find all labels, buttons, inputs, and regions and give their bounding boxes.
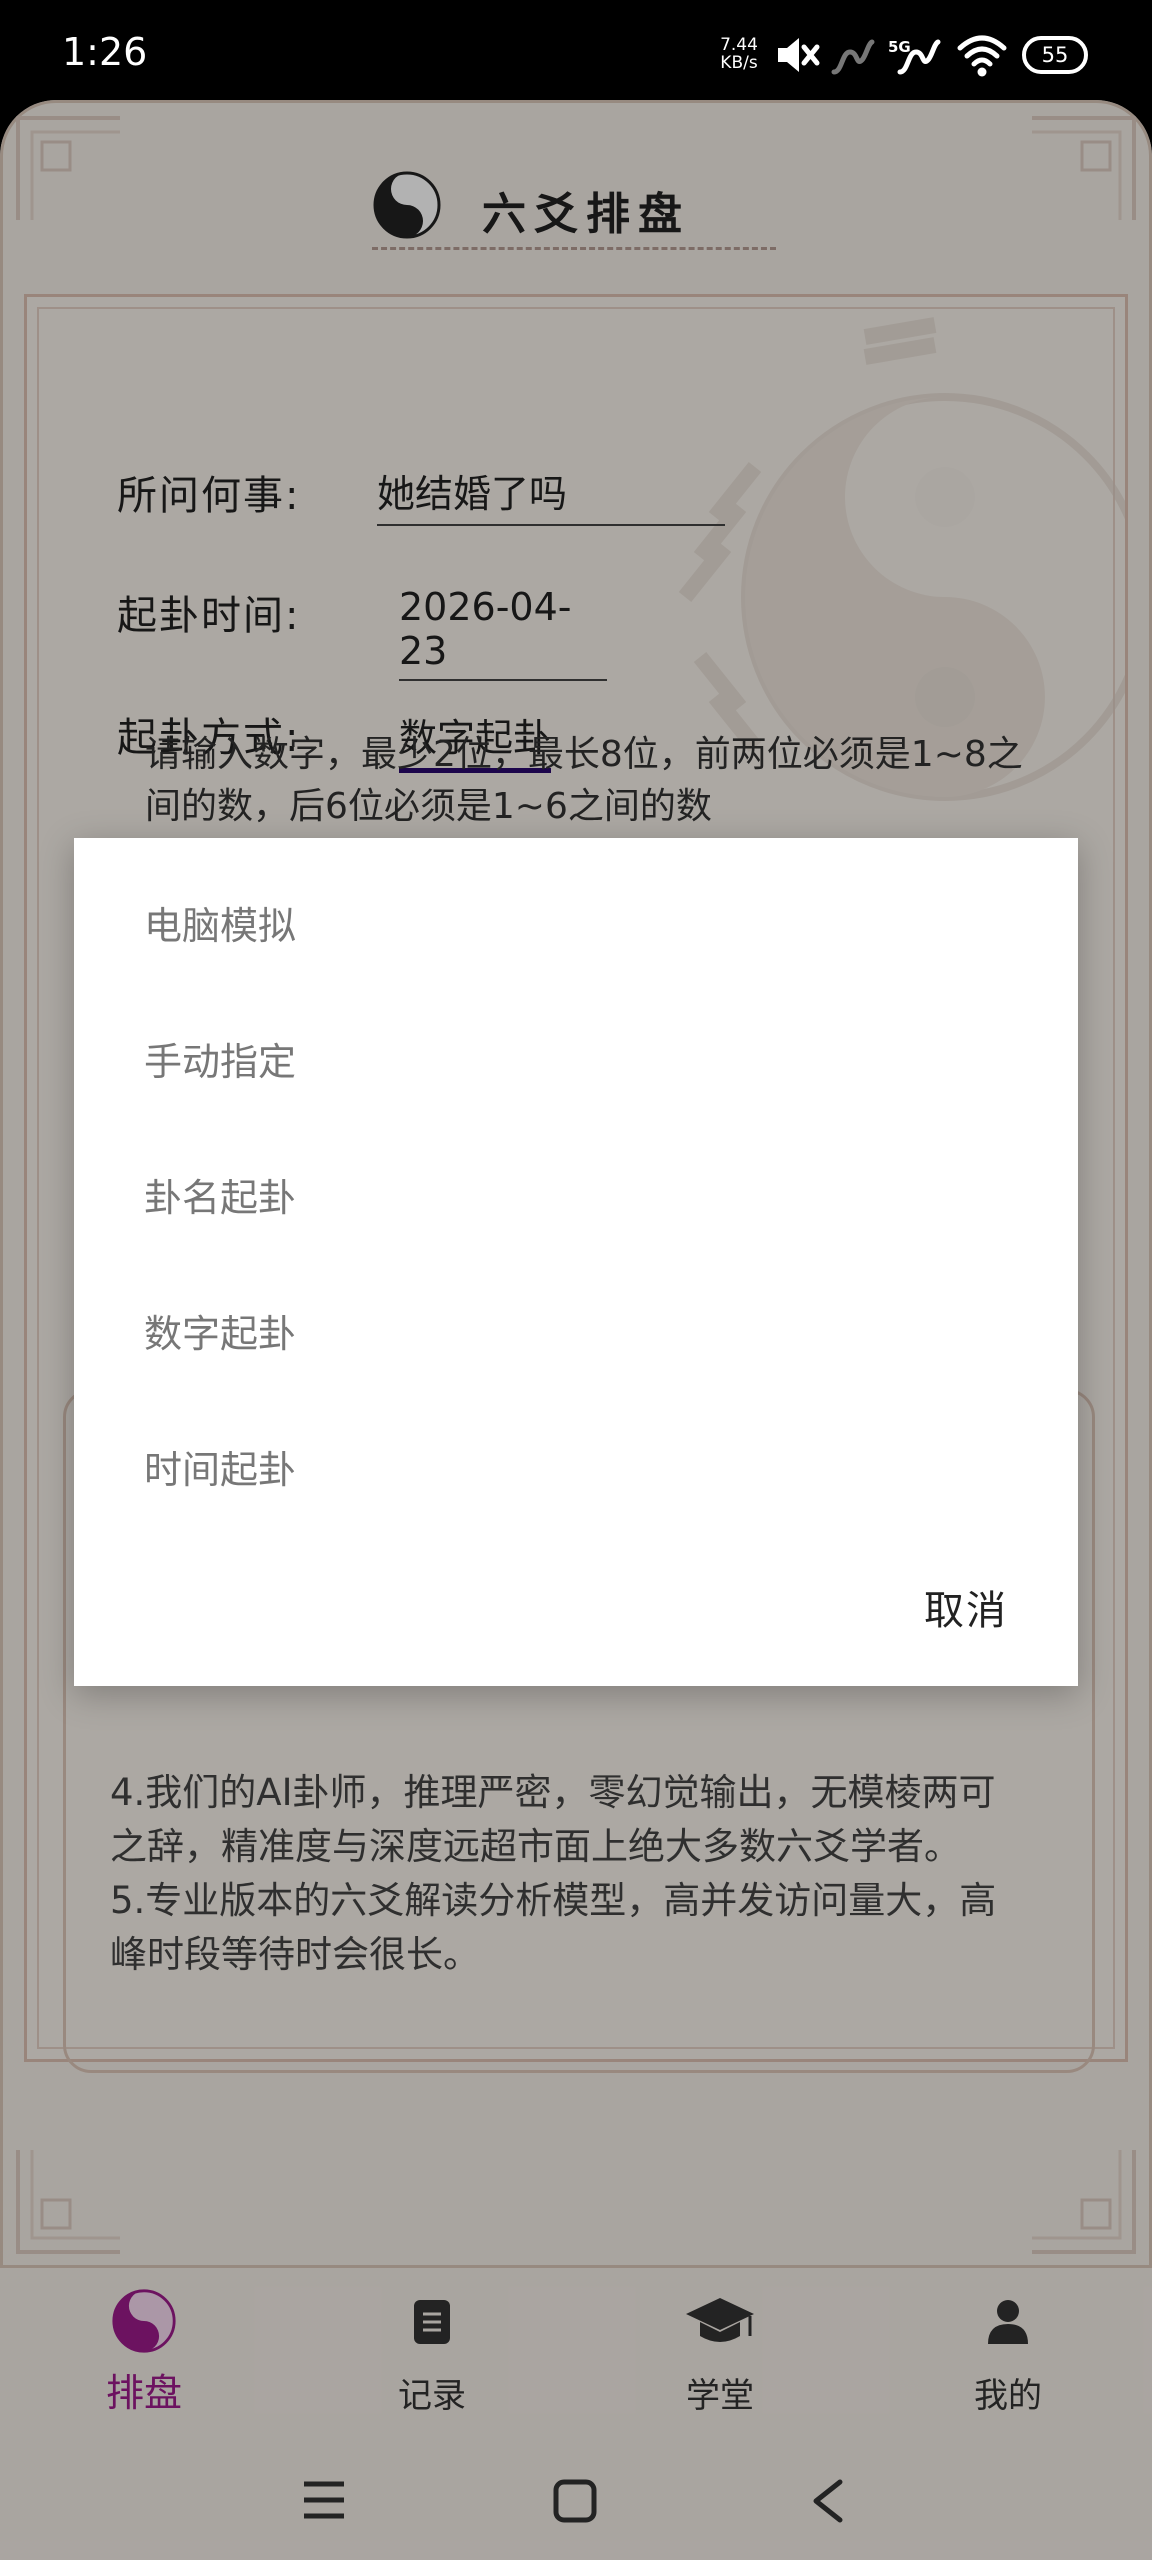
cast-method-dialog: 电脑模拟 手动指定 卦名起卦 数字起卦 时间起卦 取消 xyxy=(74,838,1078,1686)
network-speed-value: 7.44 xyxy=(720,35,758,55)
wifi-icon xyxy=(957,35,1007,77)
signal-icon xyxy=(831,39,875,75)
battery-icon: 55 xyxy=(1022,36,1088,74)
option-manual-assign[interactable]: 手动指定 xyxy=(74,994,1078,1130)
network-speed-unit: KB/s xyxy=(720,53,758,73)
cancel-button[interactable]: 取消 xyxy=(924,1578,1008,1636)
option-time-cast[interactable]: 时间起卦 xyxy=(74,1402,1078,1538)
status-time: 1:26 xyxy=(62,30,148,74)
option-hexagram-name[interactable]: 卦名起卦 xyxy=(74,1130,1078,1266)
option-number-cast[interactable]: 数字起卦 xyxy=(74,1266,1078,1402)
option-computer-simulation[interactable]: 电脑模拟 xyxy=(74,858,1078,994)
signal-5g-icon xyxy=(897,39,941,75)
status-bar: 1:26 7.44 KB/s 5G 55 xyxy=(0,0,1152,100)
network-speed: 7.44 KB/s xyxy=(716,36,762,72)
mute-icon xyxy=(778,38,820,72)
